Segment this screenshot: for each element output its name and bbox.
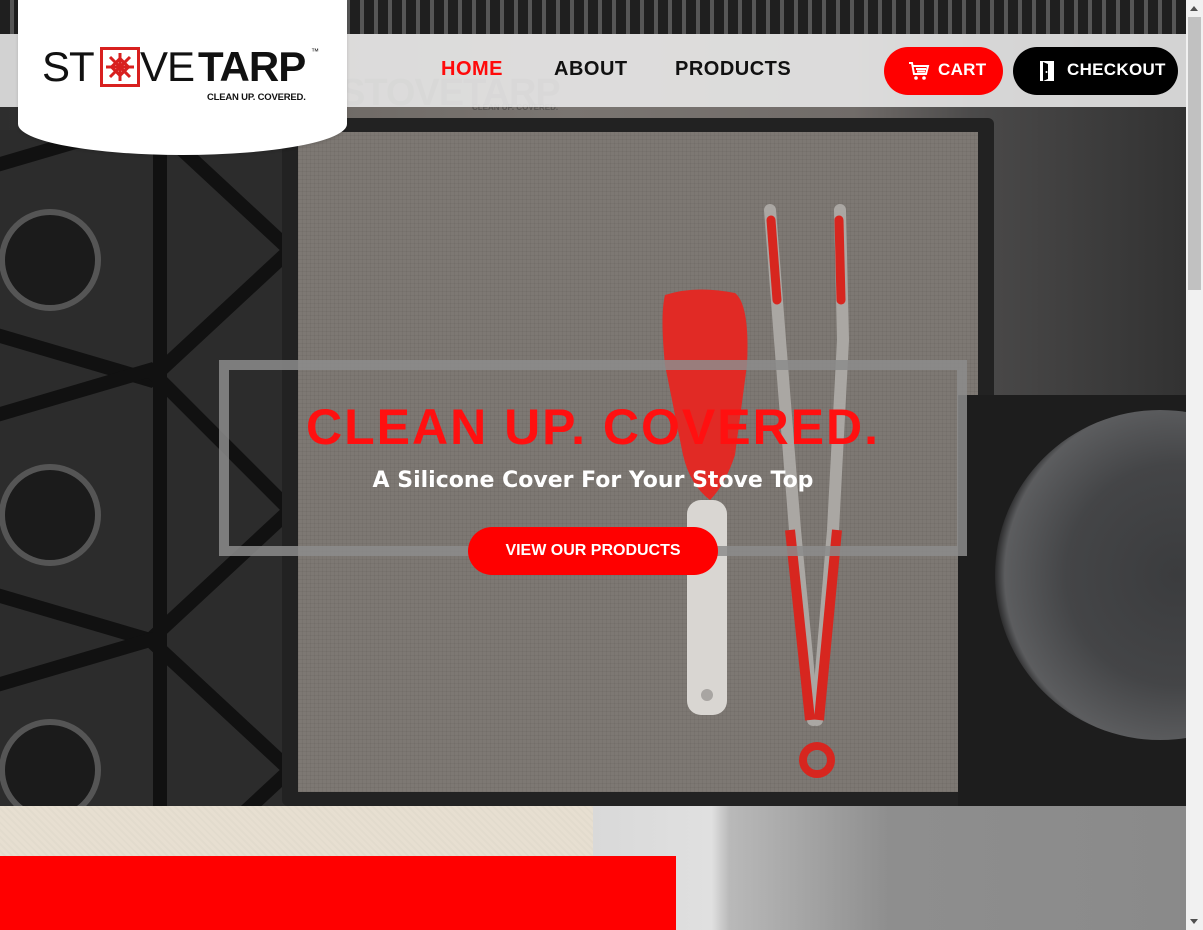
view-products-button[interactable]: VIEW OUR PRODUCTS (468, 527, 718, 575)
cart-label: CART (938, 60, 987, 79)
red-feature-banner (0, 856, 676, 930)
nav-products-link[interactable]: PRODUCTS (675, 58, 791, 81)
snowflake-tile-icon (100, 47, 140, 87)
logo-text-left[interactable]: ST (42, 44, 95, 90)
door-exit-icon (1040, 61, 1054, 81)
scroll-down-arrow-icon[interactable] (1190, 919, 1198, 924)
logo-trademark: ™ (311, 47, 319, 56)
nav-about-link[interactable]: ABOUT (554, 58, 628, 81)
page-scrollbar[interactable] (1186, 0, 1203, 930)
shopping-cart-icon (909, 62, 930, 80)
checkout-label: CHECKOUT (1067, 60, 1166, 79)
scroll-thumb[interactable] (1188, 17, 1201, 290)
checkout-button[interactable]: CHECKOUT (1013, 47, 1178, 95)
hero-subheadline: A Silicone Cover For Your Stove Top (372, 468, 814, 493)
logo-text-right[interactable]: TARP (198, 44, 306, 90)
logo-text-middle[interactable]: VE (140, 44, 195, 90)
scroll-up-arrow-icon[interactable] (1190, 6, 1198, 11)
cart-button[interactable]: CART (884, 47, 1003, 95)
hero-headline: CLEAN UP. COVERED. (305, 399, 881, 455)
logo-tagline: CLEAN UP. COVERED. (207, 92, 306, 103)
lower-section-image (593, 806, 1186, 930)
nav-home-link[interactable]: HOME (441, 58, 503, 81)
